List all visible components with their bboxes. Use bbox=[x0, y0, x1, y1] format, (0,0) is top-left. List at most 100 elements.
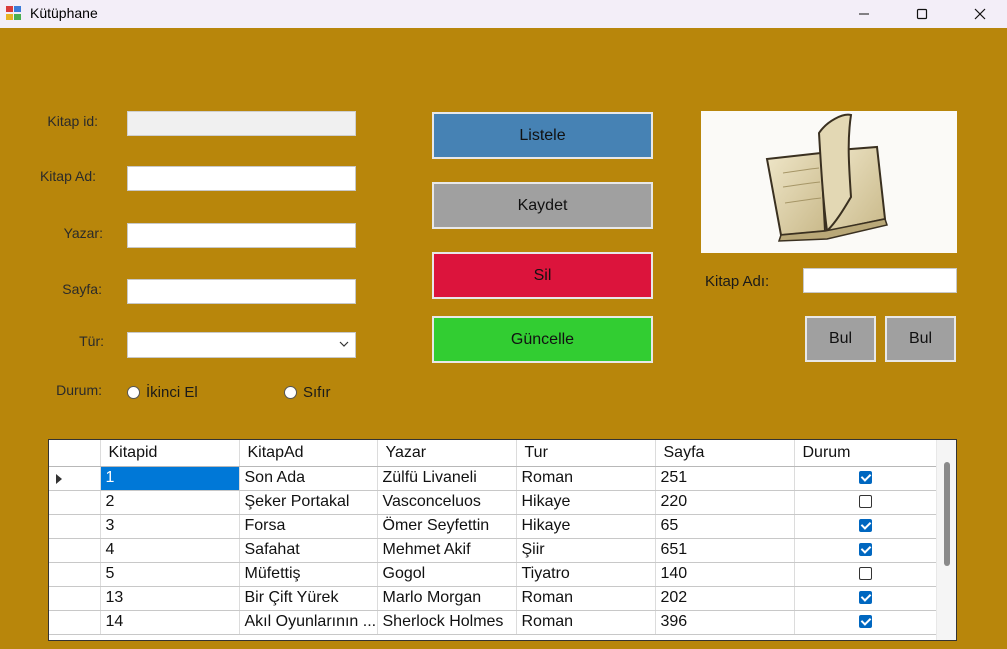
find-button-2[interactable]: Bul bbox=[885, 316, 956, 362]
search-input[interactable] bbox=[803, 268, 957, 293]
pages-field[interactable] bbox=[127, 279, 356, 304]
minimize-button[interactable] bbox=[835, 0, 893, 28]
cell-id[interactable]: 5 bbox=[100, 562, 240, 587]
label-book-name: Kitap Ad: bbox=[39, 168, 96, 184]
row-header[interactable] bbox=[49, 538, 101, 563]
cell-genre[interactable]: Roman bbox=[516, 466, 656, 491]
cell-name[interactable]: Şeker Portakal bbox=[239, 490, 378, 515]
window-title: Kütüphane bbox=[30, 5, 98, 21]
cell-author[interactable]: Gogol bbox=[377, 562, 517, 587]
list-button[interactable]: Listele bbox=[432, 112, 653, 159]
cell-name[interactable]: Safahat bbox=[239, 538, 378, 563]
book-id-field[interactable] bbox=[127, 111, 356, 136]
scrollbar-thumb[interactable] bbox=[944, 462, 950, 566]
cell-author[interactable]: Zülfü Livaneli bbox=[377, 466, 517, 491]
cell-pages[interactable]: 220 bbox=[655, 490, 795, 515]
cell-status[interactable] bbox=[794, 466, 937, 491]
open-book-icon bbox=[765, 113, 888, 242]
cell-genre[interactable]: Roman bbox=[516, 610, 656, 635]
genre-combobox[interactable] bbox=[127, 332, 356, 358]
row-header[interactable] bbox=[49, 466, 101, 491]
checkbox-checked[interactable] bbox=[858, 591, 872, 605]
cell-id[interactable]: 3 bbox=[100, 514, 240, 539]
radio-new[interactable]: Sıfır bbox=[284, 384, 331, 401]
update-button[interactable]: Güncelle bbox=[432, 316, 653, 363]
book-name-field[interactable] bbox=[127, 166, 356, 191]
radio-second-hand[interactable]: İkinci El bbox=[127, 384, 198, 401]
checkbox-unchecked[interactable] bbox=[858, 495, 872, 509]
cell-author[interactable]: Vasconceluos bbox=[377, 490, 517, 515]
column-header[interactable]: Durum bbox=[794, 440, 937, 467]
row-header[interactable] bbox=[49, 610, 101, 635]
cell-pages[interactable]: 202 bbox=[655, 586, 795, 611]
cell-pages[interactable]: 251 bbox=[655, 466, 795, 491]
cell-name[interactable]: Müfettiş bbox=[239, 562, 378, 587]
cell-author[interactable]: Sherlock Holmes bbox=[377, 610, 517, 635]
cell-genre[interactable]: Şiir bbox=[516, 538, 656, 563]
cell-status[interactable] bbox=[794, 562, 937, 587]
cell-pages[interactable]: 140 bbox=[655, 562, 795, 587]
cell-author[interactable]: Marlo Morgan bbox=[377, 586, 517, 611]
row-header[interactable] bbox=[49, 586, 101, 611]
checkbox-checked[interactable] bbox=[858, 615, 872, 629]
cell-status[interactable] bbox=[794, 538, 937, 563]
cell-id[interactable]: 13 bbox=[100, 586, 240, 611]
maximize-button[interactable] bbox=[893, 0, 951, 28]
cell-genre[interactable]: Roman bbox=[516, 586, 656, 611]
current-row-arrow-icon bbox=[56, 473, 62, 484]
table-row[interactable]: 1 Son Ada Zülfü Livaneli Roman 251 bbox=[49, 466, 937, 491]
radio-circle[interactable] bbox=[127, 386, 140, 399]
cell-id[interactable]: 14 bbox=[100, 610, 240, 635]
cell-genre[interactable]: Hikaye bbox=[516, 490, 656, 515]
column-header[interactable]: Kitapid bbox=[100, 440, 240, 467]
checkbox-unchecked[interactable] bbox=[858, 567, 872, 581]
cell-status[interactable] bbox=[794, 490, 937, 515]
close-button[interactable] bbox=[951, 0, 1007, 28]
chevron-down-icon bbox=[339, 341, 349, 347]
table-row[interactable]: 14 Akıl Oyunlarının ... Sherlock Holmes Rom… bbox=[49, 610, 937, 635]
radio-circle[interactable] bbox=[284, 386, 297, 399]
row-header[interactable] bbox=[49, 514, 101, 539]
cell-genre[interactable]: Hikaye bbox=[516, 514, 656, 539]
checkbox-checked[interactable] bbox=[858, 543, 872, 557]
radio-new-label: Sıfır bbox=[303, 384, 331, 401]
cell-pages[interactable]: 651 bbox=[655, 538, 795, 563]
find-button-1[interactable]: Bul bbox=[805, 316, 876, 362]
cell-pages[interactable]: 396 bbox=[655, 610, 795, 635]
minimize-icon bbox=[859, 13, 869, 15]
table-row[interactable]: 13 Bir Çift Yürek Marlo Morgan Roman 202 bbox=[49, 586, 937, 611]
cell-name[interactable]: Son Ada bbox=[239, 466, 378, 491]
cell-genre[interactable]: Tiyatro bbox=[516, 562, 656, 587]
save-button[interactable]: Kaydet bbox=[432, 182, 653, 229]
maximize-icon bbox=[916, 8, 928, 20]
column-header[interactable]: KitapAd bbox=[239, 440, 378, 467]
cell-name[interactable]: Akıl Oyunlarının ... bbox=[239, 610, 378, 635]
table-row[interactable]: 5 Müfettiş Gogol Tiyatro 140 bbox=[49, 562, 937, 587]
cell-author[interactable]: Mehmet Akif bbox=[377, 538, 517, 563]
cell-name[interactable]: Forsa bbox=[239, 514, 378, 539]
books-grid[interactable]: Kitapid KitapAd Yazar Tur Sayfa Durum 1S… bbox=[48, 439, 957, 641]
cell-status[interactable] bbox=[794, 586, 937, 611]
vertical-scrollbar[interactable] bbox=[936, 440, 956, 640]
row-header[interactable] bbox=[49, 562, 101, 587]
table-row[interactable]: 2 Şeker Portakal Vasconceluos Hikaye 220 bbox=[49, 490, 937, 515]
cell-pages[interactable]: 65 bbox=[655, 514, 795, 539]
table-row[interactable]: 4 Safahat Mehmet Akif Şiir 651 bbox=[49, 538, 937, 563]
checkbox-checked[interactable] bbox=[858, 519, 872, 533]
cell-id[interactable]: 2 bbox=[100, 490, 240, 515]
row-header[interactable] bbox=[49, 490, 101, 515]
delete-button[interactable]: Sil bbox=[432, 252, 653, 299]
cell-id[interactable]: 4 bbox=[100, 538, 240, 563]
checkbox-checked[interactable] bbox=[858, 471, 872, 485]
cell-status[interactable] bbox=[794, 610, 937, 635]
cell-name[interactable]: Bir Çift Yürek bbox=[239, 586, 378, 611]
cell-author[interactable]: Ömer Seyfettin bbox=[377, 514, 517, 539]
cell-status[interactable] bbox=[794, 514, 937, 539]
column-header[interactable]: Tur bbox=[516, 440, 656, 467]
books-table: Kitapid KitapAd Yazar Tur Sayfa Durum 1S… bbox=[49, 440, 937, 635]
author-field[interactable] bbox=[127, 223, 356, 248]
table-row[interactable]: 3 Forsa Ömer Seyfettin Hikaye 65 bbox=[49, 514, 937, 539]
column-header[interactable]: Sayfa bbox=[655, 440, 795, 467]
column-header[interactable]: Yazar bbox=[377, 440, 517, 467]
cell-id[interactable]: 1 bbox=[100, 466, 240, 491]
